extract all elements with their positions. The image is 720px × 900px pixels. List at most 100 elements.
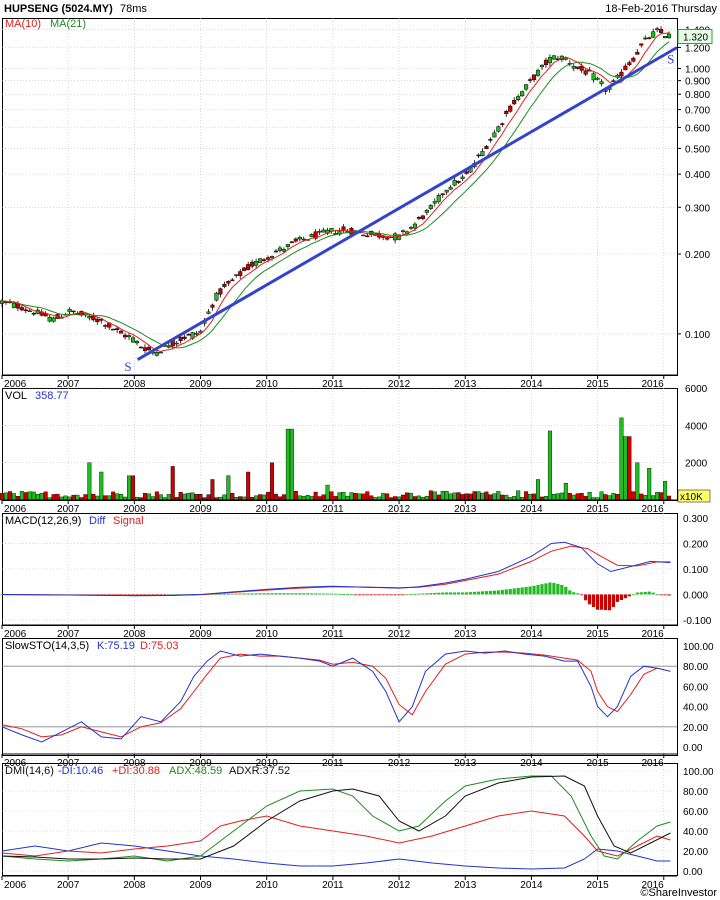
candle-down <box>583 70 588 75</box>
macd-histogram-bar <box>453 592 457 595</box>
volume-bar <box>99 471 104 501</box>
candle-down <box>15 303 20 309</box>
candle-up <box>277 247 282 251</box>
candle-down <box>246 264 251 270</box>
date-label: 18-Feb-2016 Thursday <box>605 3 717 15</box>
macd-histogram-bar <box>333 593 338 595</box>
macd-histogram-bar <box>480 591 485 595</box>
volume-bar <box>361 493 366 501</box>
macd-histogram-bar <box>564 586 568 595</box>
macd-histogram-bar <box>381 594 385 596</box>
volume-bar <box>289 428 294 501</box>
grid-lines <box>2 18 677 875</box>
candle-down <box>123 334 128 338</box>
x-tick-label: 2013 <box>454 758 477 769</box>
macd-histogram-bar <box>413 593 417 595</box>
candle-down <box>488 139 493 141</box>
x-tick-label: 2009 <box>189 379 212 390</box>
candle-down <box>111 328 116 331</box>
volume-bar <box>154 491 159 501</box>
volume-bar <box>635 462 640 501</box>
volume-bar <box>91 493 96 501</box>
dmi-panel <box>1 775 671 870</box>
macd-histogram-bar <box>667 594 671 596</box>
panel-frame-sto <box>2 638 678 756</box>
candle-up <box>516 96 521 100</box>
macd-histogram-bar <box>588 594 592 605</box>
volume-bar <box>309 496 314 501</box>
macd-histogram-bar <box>310 593 314 595</box>
stock-chart: HUPSENG (5024.MY) 78ms 18-Feb-2016 Thurs… <box>0 3 717 899</box>
macd-histogram-bar <box>234 593 238 595</box>
candle-down <box>416 217 421 219</box>
candle-up <box>432 201 437 204</box>
x-tick-label: 2007 <box>57 880 80 891</box>
candle-up <box>663 36 668 39</box>
volume-y-label: 6000 <box>685 384 708 395</box>
macd-histogram-bar <box>464 592 469 595</box>
volume-bar <box>456 492 461 501</box>
x-tick-label: 2015 <box>586 504 609 515</box>
x-tick-label: 2015 <box>586 880 609 891</box>
volume-bar <box>115 493 120 501</box>
volume-bar <box>3 492 8 501</box>
volume-bar <box>270 462 275 501</box>
macd-histogram-bar <box>286 593 290 595</box>
candle-up <box>87 315 92 319</box>
macd-diff-line <box>1 541 671 597</box>
x-tick-label: 2012 <box>388 504 411 515</box>
x-tick-label: 2010 <box>256 379 279 390</box>
volume-bar <box>579 493 584 501</box>
macd-histogram-bar <box>417 593 421 595</box>
volume-bar <box>385 493 390 501</box>
macd-histogram-bar <box>278 593 282 595</box>
macd-histogram-bar <box>560 584 564 595</box>
trendline-label-end: S <box>667 52 674 67</box>
macd-histogram-bar <box>639 592 643 595</box>
volume-bar <box>401 494 406 501</box>
volume-bar <box>587 492 592 501</box>
candle-down <box>504 111 509 114</box>
candle-up <box>535 70 541 76</box>
candle-up <box>428 205 433 209</box>
x-tick-label: 2013 <box>454 880 477 891</box>
candle-up <box>297 236 302 240</box>
volume-bar <box>639 493 644 501</box>
price-y-label: 0.300 <box>685 203 710 214</box>
macd-histogram-bar <box>540 584 544 595</box>
candle-up <box>444 189 449 193</box>
volume-bar <box>23 492 28 501</box>
volume-bar <box>63 495 68 501</box>
candle-down <box>19 307 24 311</box>
volume-unit-label: x10K <box>680 492 703 503</box>
volume-bar <box>559 492 564 501</box>
candle-down <box>289 241 294 244</box>
x-tick-label: 2014 <box>520 629 543 640</box>
candle-up <box>591 73 596 81</box>
volume-bar <box>607 495 612 501</box>
volume-y-label: 2000 <box>685 459 708 470</box>
volume-bar <box>659 492 664 501</box>
volume-bar <box>273 493 278 501</box>
macd-histogram-bar <box>409 594 413 595</box>
volume-bar <box>424 495 429 501</box>
macd-histogram-bar <box>262 593 266 595</box>
macd-histogram-bar <box>425 593 429 595</box>
macd-histogram-bar <box>619 594 624 601</box>
volume-bar <box>428 490 433 501</box>
candle-down <box>182 336 187 339</box>
volume-bar <box>329 491 334 501</box>
x-tick-label: 2007 <box>57 629 80 640</box>
volume-bar <box>178 491 183 501</box>
x-tick-label: 2013 <box>454 379 477 390</box>
volume-bar <box>496 491 501 501</box>
macd-histogram-bar <box>353 594 357 596</box>
macd-histogram-bar <box>568 590 572 595</box>
volume-bar <box>226 475 231 501</box>
candle-down <box>385 237 390 240</box>
macd-histogram-bar <box>556 583 560 595</box>
x-tick-label: 2013 <box>454 629 477 640</box>
legends: MA(10) MA(21) VOL 358.77 MACD(12,26,9) Diff Si… <box>5 18 290 777</box>
macd-histogram-bar <box>401 594 405 596</box>
candle-up <box>667 33 672 38</box>
